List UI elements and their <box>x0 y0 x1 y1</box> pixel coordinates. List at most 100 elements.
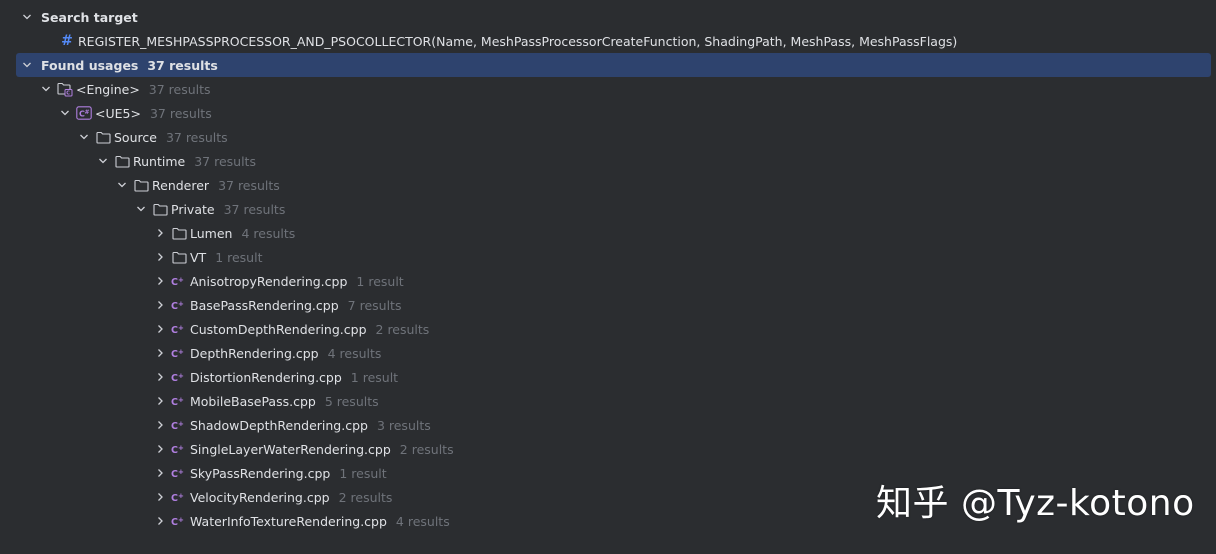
tree-node-label: SkyPassRendering.cpp <box>190 465 331 481</box>
chevron-right-icon[interactable] <box>152 273 168 289</box>
chevron-right-icon[interactable] <box>152 513 168 529</box>
chevron-down-icon[interactable] <box>19 9 35 25</box>
watermark: 知乎 @Tyz-kotono <box>876 483 1195 524</box>
tree-node-label: Renderer <box>152 177 210 193</box>
chevron-right-icon[interactable] <box>152 369 168 385</box>
tree-node[interactable]: C + DistortionRendering.cpp 1 result <box>0 365 1216 389</box>
tree-node-label: BasePassRendering.cpp <box>190 297 339 313</box>
chevron-right-icon[interactable] <box>152 393 168 409</box>
chevron-down-icon[interactable] <box>95 153 111 169</box>
svg-text:+: + <box>178 276 184 284</box>
tree-node[interactable]: C + MobileBasePass.cpp 5 results <box>0 389 1216 413</box>
chevron-right-icon[interactable] <box>152 465 168 481</box>
folder-icon <box>152 201 168 217</box>
tree-node[interactable]: C + ShadowDepthRendering.cpp 3 results <box>0 413 1216 437</box>
chevron-right-icon[interactable] <box>152 345 168 361</box>
tree-node[interactable]: C + DepthRendering.cpp 4 results <box>0 341 1216 365</box>
svg-text:C: C <box>171 493 178 503</box>
tree-node-count: 4 results <box>395 513 450 529</box>
tree-node[interactable]: Source 37 results <box>0 125 1216 149</box>
tree-node-label: DepthRendering.cpp <box>190 345 319 361</box>
usage-tree-rows: C <Engine> 37 results C # <UE5> 37 results Sour… <box>0 77 1216 533</box>
tree-node-count: 1 result <box>339 465 387 481</box>
tree-node[interactable]: Renderer 37 results <box>0 173 1216 197</box>
tree-node[interactable]: Lumen 4 results <box>0 221 1216 245</box>
svg-text:#: # <box>85 109 90 116</box>
tree-node-label: Private <box>171 201 215 217</box>
cpp-file-icon: C + <box>171 369 187 385</box>
cpp-file-icon: C + <box>171 297 187 313</box>
tree-node-count: 5 results <box>324 393 379 409</box>
tree-node-count: 37 results <box>194 153 256 169</box>
tree-node-count: 37 results <box>165 129 228 145</box>
svg-text:+: + <box>178 324 184 332</box>
tree-node-label: CustomDepthRendering.cpp <box>190 321 367 337</box>
search-target-header[interactable]: Search target <box>0 5 1216 29</box>
chevron-down-icon[interactable] <box>114 177 130 193</box>
folder-icon <box>171 225 187 241</box>
search-target-text: REGISTER_MESHPASSPROCESSOR_AND_PSOCOLLEC… <box>78 33 958 49</box>
chevron-right-icon[interactable] <box>152 225 168 241</box>
search-target-label: Search target <box>41 9 138 25</box>
tree-node[interactable]: C + CustomDepthRendering.cpp 2 results <box>0 317 1216 341</box>
svg-text:+: + <box>178 492 184 500</box>
found-usages-label: Found usages <box>41 57 139 73</box>
cpp-file-icon: C + <box>171 345 187 361</box>
chevron-right-icon[interactable] <box>152 417 168 433</box>
tree-node[interactable]: C <Engine> 37 results <box>0 77 1216 101</box>
chevron-down-icon[interactable] <box>133 201 149 217</box>
svg-text:+: + <box>178 348 184 356</box>
svg-text:C: C <box>171 373 178 383</box>
svg-text:+: + <box>178 420 184 428</box>
tree-node-count: 2 results <box>375 321 430 337</box>
cpp-file-icon: C + <box>171 417 187 433</box>
tree-node[interactable]: Runtime 37 results <box>0 149 1216 173</box>
svg-text:C: C <box>171 277 178 287</box>
tree-node-label: MobileBasePass.cpp <box>190 393 316 409</box>
tree-node[interactable]: VT 1 result <box>0 245 1216 269</box>
tree-node[interactable]: C + AnisotropyRendering.cpp 1 result <box>0 269 1216 293</box>
chevron-down-icon[interactable] <box>57 105 73 121</box>
found-usages-header[interactable]: Found usages 37 results <box>16 53 1211 77</box>
tree-node-label: <UE5> <box>95 105 141 121</box>
chevron-down-icon[interactable] <box>19 57 35 73</box>
tree-node[interactable]: Private 37 results <box>0 197 1216 221</box>
tree-node[interactable]: C + SingleLayerWaterRendering.cpp 2 results <box>0 437 1216 461</box>
chevron-right-icon[interactable] <box>152 321 168 337</box>
tree-node-count: 4 results <box>241 225 296 241</box>
csharp-project-icon: C # <box>76 105 92 121</box>
search-target-item[interactable]: # REGISTER_MESHPASSPROCESSOR_AND_PSOCOLL… <box>0 29 1216 53</box>
chevron-right-icon[interactable] <box>152 441 168 457</box>
tree-node-label: VelocityRendering.cpp <box>190 489 330 505</box>
tree-node-label: Lumen <box>190 225 233 241</box>
svg-text:+: + <box>178 372 184 380</box>
svg-text:C: C <box>171 325 178 335</box>
tree-node-count: 1 result <box>356 273 404 289</box>
chevron-down-icon[interactable] <box>38 81 54 97</box>
tree-node-label: WaterInfoTextureRendering.cpp <box>190 513 387 529</box>
chevron-right-icon[interactable] <box>152 249 168 265</box>
cpp-file-icon: C + <box>171 441 187 457</box>
folder-icon <box>133 177 149 193</box>
svg-text:C: C <box>171 397 178 407</box>
cpp-file-icon: C + <box>171 465 187 481</box>
chevron-down-icon[interactable] <box>76 129 92 145</box>
chevron-right-icon[interactable] <box>152 297 168 313</box>
tree-node-count: 2 results <box>338 489 393 505</box>
folder-icon <box>95 129 111 145</box>
tree-node-count: 4 results <box>327 345 382 361</box>
tree-node-count: 3 results <box>376 417 431 433</box>
tree-node[interactable]: C + BasePassRendering.cpp 7 results <box>0 293 1216 317</box>
tree-node-count: 37 results <box>223 201 286 217</box>
tree-node-label: ShadowDepthRendering.cpp <box>190 417 368 433</box>
tree-node-count: 7 results <box>347 297 402 313</box>
cpp-file-icon: C + <box>171 273 187 289</box>
tree-node-count: 37 results <box>148 81 211 97</box>
tree-node[interactable]: C # <UE5> 37 results <box>0 101 1216 125</box>
svg-text:C: C <box>66 90 70 96</box>
cpp-file-icon: C + <box>171 321 187 337</box>
svg-text:+: + <box>178 516 184 524</box>
tree-node-count: 1 result <box>350 369 399 385</box>
folder-icon <box>171 249 187 265</box>
chevron-right-icon[interactable] <box>152 489 168 505</box>
